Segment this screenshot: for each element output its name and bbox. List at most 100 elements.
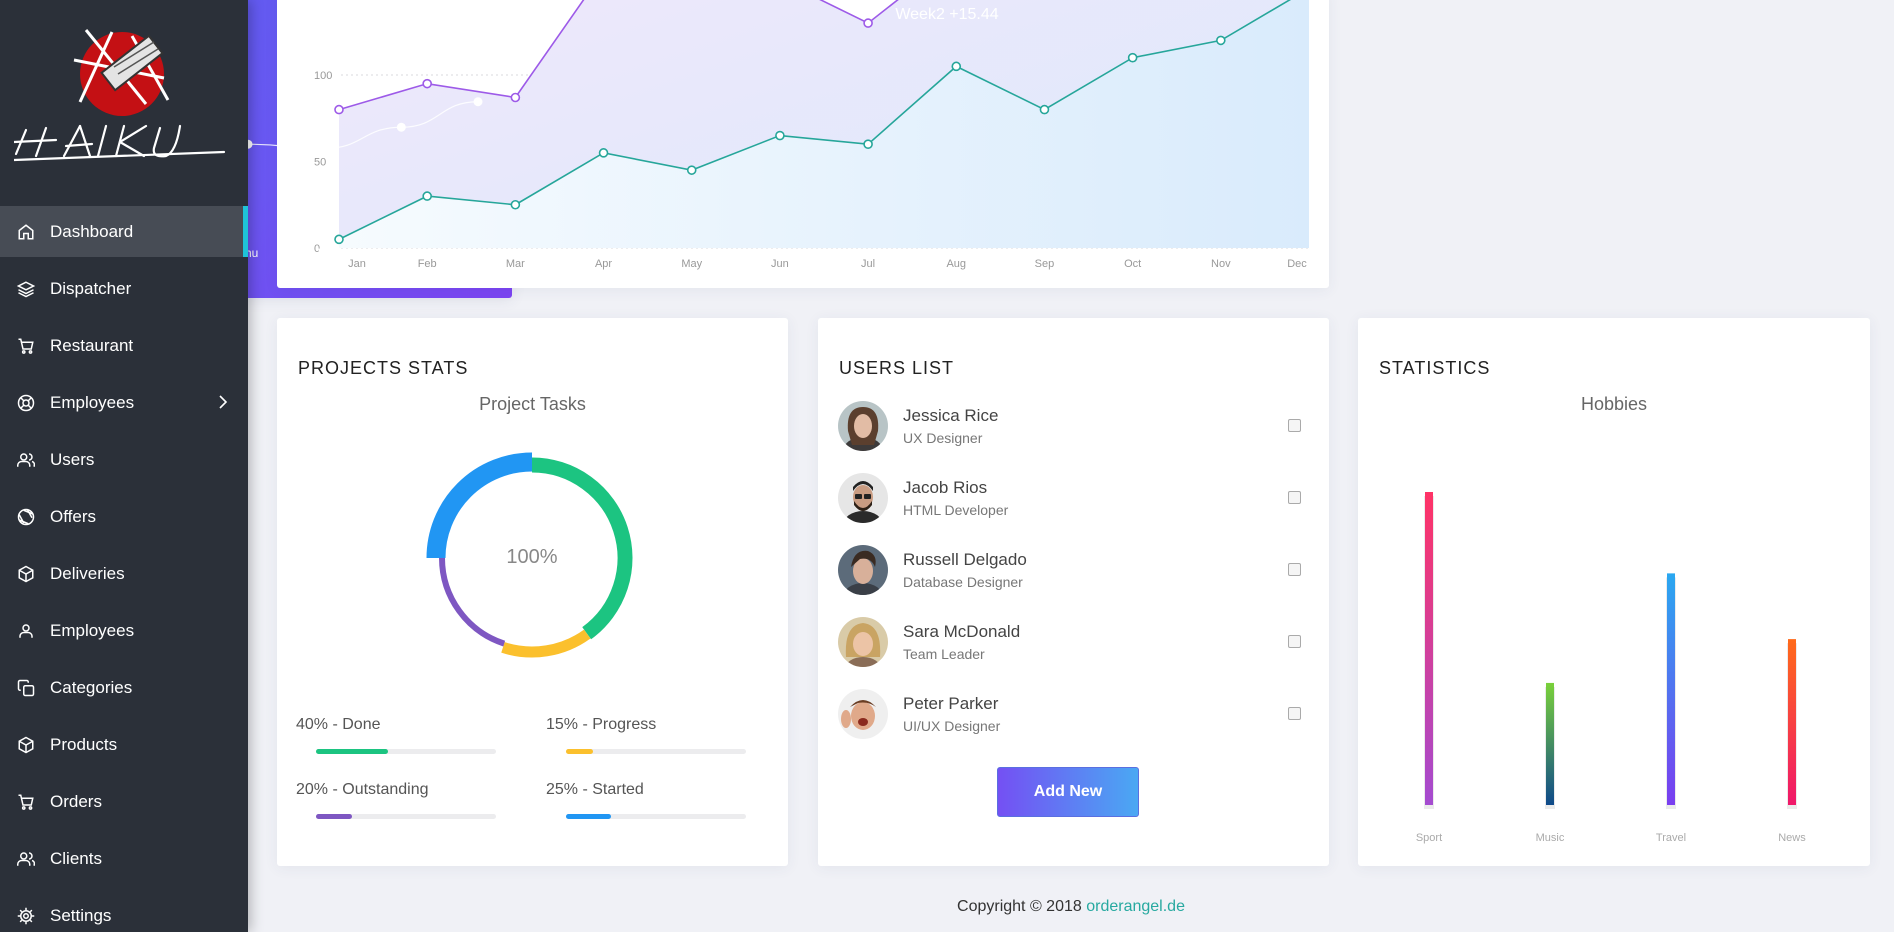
user-role: HTML Developer: [903, 502, 1009, 518]
sidebar-item-restaurant[interactable]: Restaurant: [0, 320, 248, 371]
progress-label: 40% - Done: [296, 716, 381, 733]
week-day-label: Fri: [318, 246, 332, 260]
x-tick-label: Oct: [1124, 258, 1141, 270]
users-icon: [17, 852, 35, 866]
sidebar-item-settings[interactable]: Settings: [0, 890, 248, 932]
aperture-icon: [17, 508, 35, 526]
sidebar-item-label: Categories: [50, 677, 133, 697]
statistics-card: STATISTICS Hobbies Sport Music Travel News: [1358, 318, 1870, 866]
list-item: Russell Delgado Database Designer: [838, 545, 1308, 597]
footer-copyright: Copyright © 2018: [957, 898, 1087, 915]
sidebar-item-label: Orders: [50, 791, 102, 811]
list-item: Jacob Rios HTML Developer: [838, 473, 1308, 525]
sidebar-item-categories[interactable]: Categories: [0, 662, 248, 713]
data-point: [775, 130, 785, 141]
user-checkbox[interactable]: [1288, 419, 1301, 432]
progress-outstanding: 20% - Outstanding: [296, 781, 496, 819]
progress-fill: [566, 814, 611, 819]
progress-track: [316, 814, 496, 819]
user-name: Russell Delgado: [903, 550, 1027, 569]
week-day-label: Sun: [461, 246, 482, 260]
progress-done: 40% - Done: [296, 716, 496, 754]
user-name: Peter Parker: [903, 694, 999, 713]
data-point: [951, 61, 962, 72]
sidebar-item-orders[interactable]: Orders: [0, 776, 248, 827]
donut-slice: [426, 452, 533, 559]
sidebar-item-label: Offers: [50, 506, 96, 526]
avatar: [838, 689, 888, 739]
sidebar-item-employees-2[interactable]: Employees: [0, 605, 248, 656]
box-icon: [18, 736, 34, 754]
cart-icon: [18, 794, 34, 810]
sidebar-nav: Dashboard Dispatcher Restaurant Employee…: [0, 206, 248, 932]
cart-icon: [18, 338, 34, 354]
support-icon: [17, 394, 35, 412]
avatar: [838, 545, 888, 595]
x-tick-label: Apr: [595, 258, 612, 270]
week-data-point: [320, 144, 330, 153]
x-tick-label: Aug: [946, 258, 966, 270]
sidebar-item-deliveries[interactable]: Deliveries: [0, 548, 248, 599]
sidebar-item-label: Settings: [50, 905, 112, 925]
hobbies-bar-chart: Sport Music Travel News: [1416, 492, 1806, 844]
progress-fill: [316, 749, 388, 754]
users-list-card: USERS LIST Jessica Rice UX Designer Jaco…: [818, 318, 1329, 866]
progress-track: [566, 749, 746, 754]
user-checkbox[interactable]: [1288, 563, 1301, 576]
data-point: [1127, 52, 1138, 63]
sidebar-item-employees[interactable]: Employees: [0, 377, 248, 428]
progress-fill: [316, 814, 352, 819]
x-tick-label: May: [681, 258, 702, 270]
list-item: Jessica Rice UX Designer: [838, 401, 1308, 453]
progress-progress: 15% - Progress: [546, 716, 746, 754]
sidebar-item-products[interactable]: Products: [0, 719, 248, 770]
sidebar-item-dashboard[interactable]: Dashboard: [0, 206, 248, 257]
x-tick-label: Dec: [1287, 258, 1307, 270]
x-tick-label: Jun: [771, 258, 789, 270]
avatar: [838, 401, 888, 451]
card-title: USERS LIST: [839, 358, 955, 378]
user-name: Jacob Rios: [903, 478, 988, 497]
sidebar-item-label: Restaurant: [50, 335, 134, 355]
x-tick-label: Sep: [1035, 258, 1055, 270]
list-item: Peter Parker UI/UX Designer: [838, 689, 1308, 741]
progress-started: 25% - Started: [546, 781, 746, 819]
progress-label: 15% - Progress: [546, 716, 657, 733]
projects-stats-card: PROJECTS STATS Project Tasks 100% 40% - …: [277, 318, 788, 866]
bar: [1667, 573, 1675, 805]
progress-fill: [566, 749, 593, 754]
sidebar-item-label: Users: [50, 449, 95, 469]
haiku-logo: [14, 29, 226, 162]
sidebar-item-label: Employees: [50, 392, 135, 412]
bar: [1546, 682, 1554, 805]
data-point: [510, 199, 521, 210]
donut-center-value: 100%: [506, 546, 558, 568]
chevron-right-icon: [219, 395, 228, 409]
sidebar-item-label: Dashboard: [50, 221, 134, 241]
add-new-button[interactable]: Add New: [997, 767, 1139, 817]
sidebar-item-label: Clients: [50, 848, 102, 868]
sidebar-item-label: Products: [50, 734, 118, 754]
user-checkbox[interactable]: [1288, 635, 1301, 648]
progress-label: 20% - Outstanding: [296, 781, 429, 798]
sidebar-item-users[interactable]: Users: [0, 434, 248, 485]
user-checkbox[interactable]: [1288, 491, 1301, 504]
user-checkbox[interactable]: [1288, 707, 1301, 720]
sidebar-item-label: Employees: [50, 620, 135, 640]
sidebar-item-clients[interactable]: Clients: [0, 833, 248, 884]
week-day-label: Sat: [392, 246, 411, 260]
data-point: [1039, 104, 1050, 115]
sidebar-item-offers[interactable]: Offers: [0, 491, 248, 542]
bar-category-label: Sport: [1416, 832, 1442, 844]
data-point: [863, 139, 873, 149]
footer-link[interactable]: orderangel.de: [1086, 898, 1185, 915]
user-role: Database Designer: [903, 574, 1023, 590]
sidebar-item-dispatcher[interactable]: Dispatcher: [0, 263, 248, 314]
progress-label: 25% - Started: [546, 781, 644, 798]
sidebar-item-label: Deliveries: [50, 563, 125, 583]
bar-category-label: Music: [1536, 832, 1565, 844]
week-data-point: [473, 97, 483, 107]
copy-icon: [17, 679, 35, 697]
box-icon: [18, 565, 34, 583]
user-role: UI/UX Designer: [903, 718, 1001, 734]
